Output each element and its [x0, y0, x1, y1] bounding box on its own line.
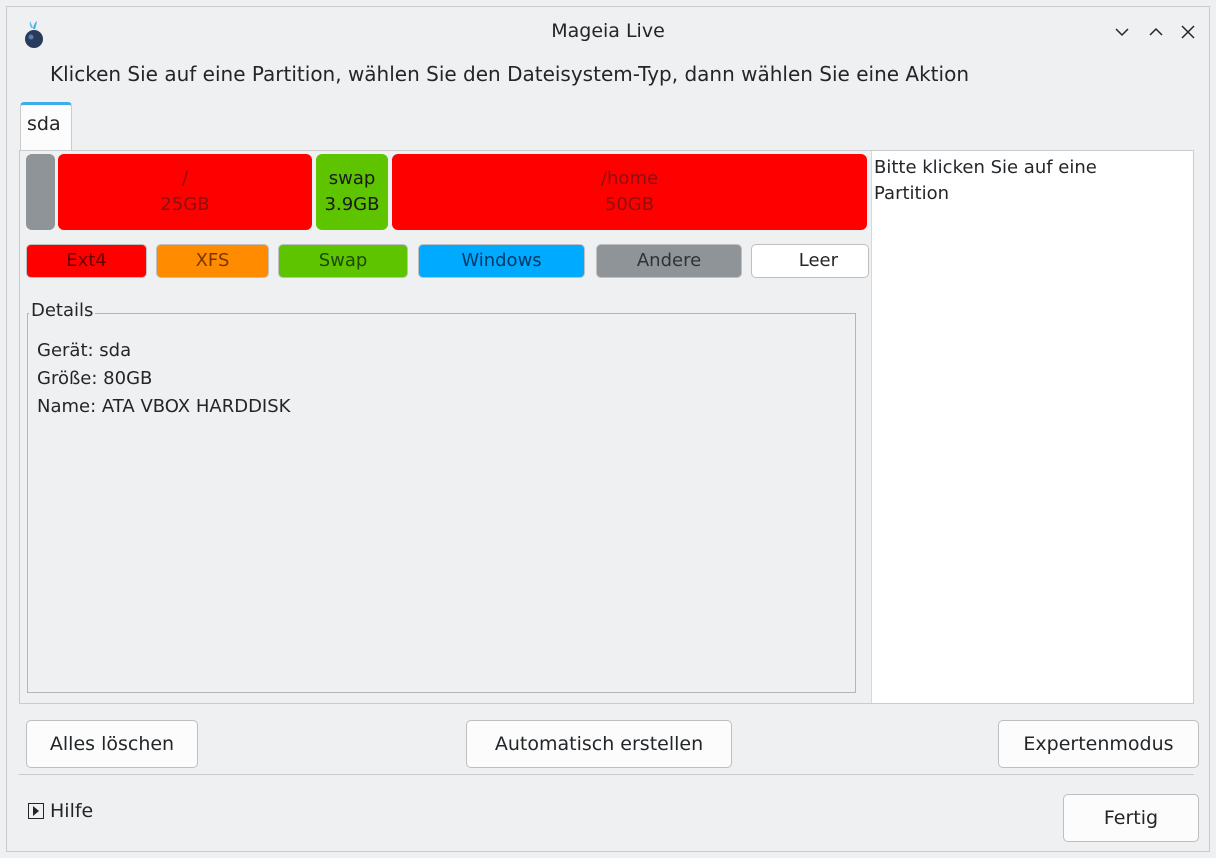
instruction-text: Klicken Sie auf eine Partition, wählen S… [50, 62, 969, 86]
details-title: Details [29, 300, 96, 321]
minimize-button[interactable] [1107, 17, 1137, 47]
legend-empty: Leer [751, 244, 869, 278]
partition-unknown[interactable] [26, 154, 55, 230]
chevron-up-icon [1149, 27, 1163, 36]
info-text: Bitte klicken Sie auf eine Partition [874, 157, 1097, 204]
partition-info-pane: Bitte klicken Sie auf eine Partition [871, 151, 1193, 703]
partition-mount: swap [328, 168, 376, 189]
legend-other: Andere [596, 244, 742, 278]
title-bar: Mageia Live [7, 7, 1209, 59]
partition-mount: / [181, 168, 189, 189]
tab-label: sda [27, 113, 61, 135]
partition-home[interactable]: /home 50GB [392, 154, 867, 230]
done-button[interactable]: Fertig [1063, 794, 1199, 842]
legend-ext4: Ext4 [26, 244, 147, 278]
chevron-down-icon [1115, 28, 1129, 37]
maximize-button[interactable] [1141, 17, 1171, 47]
details-device: Gerät: sda [37, 340, 132, 361]
partition-swap[interactable]: swap 3.9GB [316, 154, 388, 230]
partition-root[interactable]: / 25GB [58, 154, 312, 230]
legend-swap: Swap [278, 244, 408, 278]
partition-size: 3.9GB [324, 194, 380, 215]
close-icon [1181, 25, 1195, 39]
help-expander[interactable]: Hilfe [28, 800, 93, 822]
window-title: Mageia Live [551, 20, 665, 42]
expert-mode-button[interactable]: Expertenmodus [998, 720, 1199, 768]
partition-mount: /home [600, 168, 659, 189]
expand-triangle-icon [28, 803, 44, 819]
help-label: Hilfe [50, 800, 94, 822]
auto-allocate-button[interactable]: Automatisch erstellen [466, 720, 732, 768]
details-size: Größe: 80GB [37, 368, 153, 389]
legend-windows: Windows [418, 244, 585, 278]
legend-xfs: XFS [156, 244, 269, 278]
partition-size: 25GB [160, 194, 210, 215]
tab-sda[interactable]: sda [20, 102, 72, 150]
partition-size: 50GB [604, 194, 655, 215]
details-name: Name: ATA VBOX HARDDISK [37, 396, 291, 417]
separator [19, 774, 1194, 775]
close-button[interactable] [1173, 17, 1203, 47]
clear-all-button[interactable]: Alles löschen [26, 720, 198, 768]
